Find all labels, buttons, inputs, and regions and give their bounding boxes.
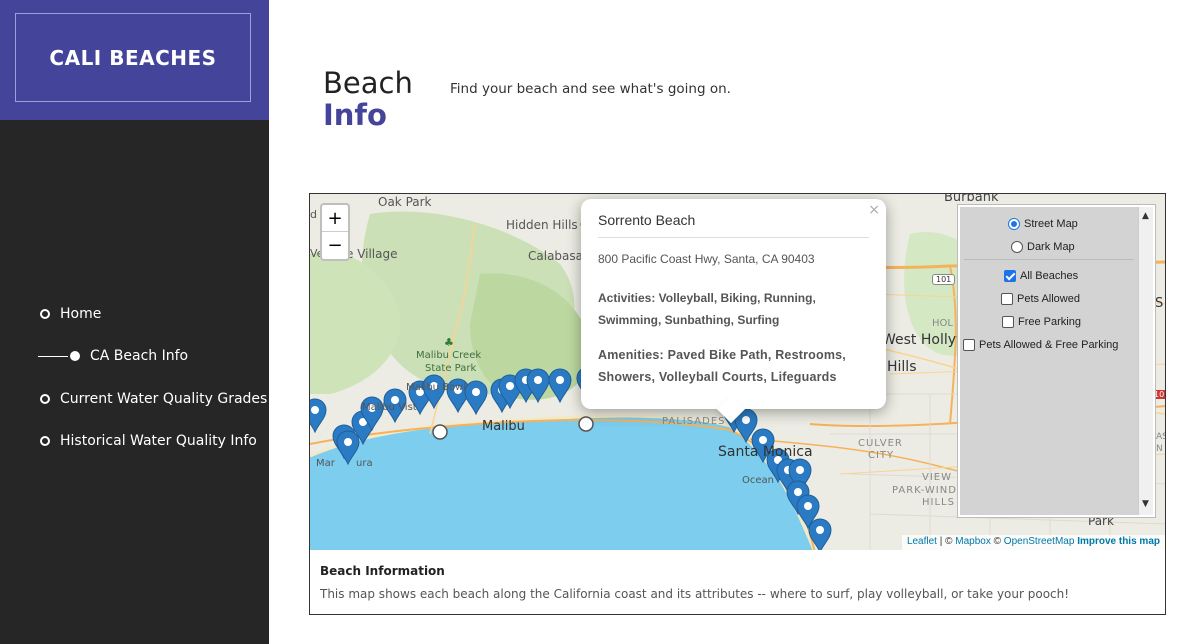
- zoom-in-button[interactable]: +: [322, 205, 348, 232]
- radio-icon[interactable]: [1008, 218, 1020, 230]
- layer-divider: [964, 259, 1134, 260]
- map-attribution: Leaflet | © Mapbox © OpenStreetMap Impro…: [901, 535, 1165, 550]
- overlay-label: All Beaches: [1020, 270, 1079, 282]
- popup-close-button[interactable]: ×: [868, 202, 880, 218]
- popup-activities-line2: Swimming, Sunbathing, Surfing: [598, 313, 780, 327]
- map-label-malibu-vista: Malibu Vist: [362, 402, 417, 413]
- leaflet-link[interactable]: Leaflet: [907, 536, 937, 547]
- layer-control: Street Map Dark Map All Beaches Pets All…: [958, 205, 1155, 517]
- nav-bullet-icon: [40, 394, 50, 404]
- route-marker-icon: [432, 424, 448, 440]
- nav-item-label: Historical Water Quality Info: [60, 433, 257, 449]
- layer-label: Dark Map: [1027, 241, 1075, 253]
- beach-map[interactable]: Oak Park Hidden Hills Calabasa Burbank d…: [309, 193, 1166, 551]
- map-label-west-hollywood: West Hollyw: [882, 332, 968, 348]
- nav-item-label: Home: [60, 306, 102, 322]
- scroll-up-icon[interactable]: ▲: [1142, 211, 1149, 221]
- map-label-palisades: PALISADES: [662, 416, 726, 427]
- overlay-pets-free-parking[interactable]: Pets Allowed & Free Parking: [963, 336, 1143, 354]
- page-title-line1: Beach: [323, 66, 413, 100]
- map-label-malibu-bowl: Malibu Bowl: [406, 382, 467, 393]
- route-marker-icon: [578, 416, 594, 432]
- checkbox-icon[interactable]: [1004, 270, 1016, 282]
- map-label-oak-park: Oak Park: [378, 195, 432, 209]
- map-label-burbank: Burbank: [944, 193, 999, 205]
- nav-item-current-water-quality[interactable]: Current Water Quality Grades: [40, 385, 267, 413]
- map-label-as: AS: [1156, 432, 1165, 442]
- map-label-calabasas: Calabasa: [528, 249, 583, 263]
- radio-icon[interactable]: [1011, 241, 1023, 253]
- map-label-n: N: [1156, 444, 1163, 454]
- map-label-mar: Mar: [316, 458, 335, 469]
- popup-amenities: Amenities: Paved Bike Path, Restrooms, S…: [598, 344, 869, 388]
- popup-amenities-line2: Showers, Volleyball Courts, Lifeguards: [598, 370, 837, 384]
- beach-popup: × Sorrento Beach 800 Pacific Coast Hwy, …: [581, 199, 886, 409]
- park-tree-icon: ♣: [444, 336, 454, 349]
- map-label-hidden-hills: Hidden Hills: [506, 218, 578, 232]
- nav-bullet-icon: [40, 436, 50, 446]
- map-label-ura: ura: [356, 458, 373, 469]
- info-panel-text: This map shows each beach along the Cali…: [320, 587, 1070, 601]
- map-label-malibu-creek: Malibu Creek: [416, 350, 482, 361]
- nav-bullet-icon: [40, 309, 50, 319]
- improve-map-link[interactable]: Improve this map: [1077, 536, 1160, 547]
- page-title: Beach Info: [323, 66, 413, 132]
- active-indicator-line: [38, 355, 68, 357]
- nav-item-historical-water-quality[interactable]: Historical Water Quality Info: [40, 427, 257, 455]
- map-label-village: e Village: [346, 247, 398, 261]
- popup-activities-line1: Activities: Volleyball, Biking, Running,: [598, 291, 816, 305]
- checkbox-icon[interactable]: [963, 339, 975, 351]
- mapbox-link[interactable]: Mapbox: [955, 536, 991, 547]
- overlay-label: Free Parking: [1018, 316, 1081, 328]
- checkbox-icon[interactable]: [1002, 316, 1014, 328]
- page-title-line2: Info: [323, 98, 387, 132]
- zoom-out-button[interactable]: −: [322, 232, 348, 259]
- brand-logo[interactable]: CALI BEACHES: [15, 13, 251, 102]
- map-label-view: VIEW: [922, 472, 952, 483]
- map-label-hills: Hills: [887, 359, 917, 375]
- osm-link[interactable]: OpenStreetMap: [1004, 536, 1075, 547]
- sidebar: CALI BEACHES Home CA Beach Info Current …: [0, 0, 269, 644]
- map-label-santa-monica: Santa Monica: [718, 444, 813, 460]
- popup-activities: Activities: Volleyball, Biking, Running,…: [598, 287, 869, 331]
- map-label-malibu: Malibu: [482, 419, 525, 434]
- overlay-label: Pets Allowed: [1017, 293, 1080, 305]
- attribution-sep: ©: [990, 536, 1004, 547]
- map-label-hills2: HILLS: [922, 497, 955, 508]
- zoom-control: + −: [320, 203, 350, 261]
- nav-bullet-icon: [70, 351, 80, 361]
- overlay-label: Pets Allowed & Free Parking: [979, 339, 1119, 351]
- nav-item-label: CA Beach Info: [90, 348, 189, 364]
- nav-item-label: Current Water Quality Grades: [60, 391, 268, 407]
- page-tagline: Find your beach and see what's going on.: [450, 81, 731, 97]
- attribution-sep: | ©: [936, 536, 956, 547]
- popup-beach-name: Sorrento Beach: [598, 212, 869, 238]
- layer-scrollbar[interactable]: ▲ ▼: [1138, 207, 1153, 515]
- checkbox-icon[interactable]: [1001, 293, 1013, 305]
- brand-header: CALI BEACHES: [0, 0, 269, 120]
- nav-item-home[interactable]: Home: [40, 300, 101, 328]
- beach-info-panel: Beach Information This map shows each be…: [309, 550, 1166, 615]
- map-label-city: CITY: [868, 450, 895, 461]
- map-label-state-park: State Park: [425, 363, 477, 374]
- info-panel-title: Beach Information: [320, 564, 445, 578]
- map-label-park-wind: PARK-WIND: [892, 485, 957, 496]
- scroll-down-icon[interactable]: ▼: [1142, 499, 1149, 509]
- nav-item-ca-beach-info[interactable]: CA Beach Info: [38, 342, 188, 370]
- highway-101-shield: 101: [932, 274, 956, 285]
- map-label-culver: CULVER: [858, 438, 903, 449]
- map-label-hol: HOL: [932, 318, 953, 329]
- layer-label: Street Map: [1024, 218, 1078, 230]
- popup-amenities-line1: Amenities: Paved Bike Path, Restrooms,: [598, 348, 846, 362]
- popup-address: 800 Pacific Coast Hwy, Santa, CA 90403: [598, 252, 815, 266]
- map-label-ocean: Ocean: [742, 475, 774, 486]
